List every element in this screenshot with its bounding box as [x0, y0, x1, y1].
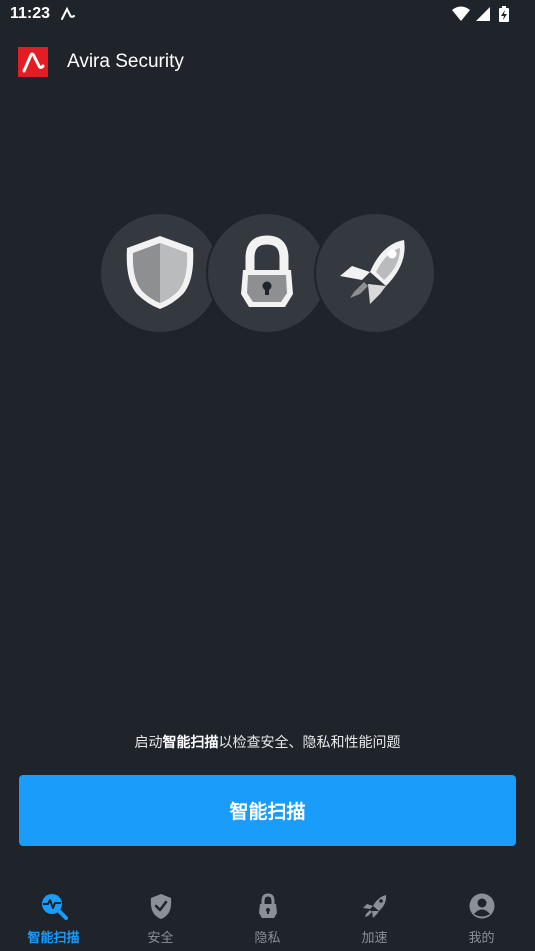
status-time: 11:23 — [10, 5, 51, 22]
security-shield-icon — [150, 894, 172, 919]
avira-logo-icon — [18, 47, 48, 77]
prompt-bold: 智能扫描 — [162, 735, 219, 751]
avira-notification-icon — [60, 6, 76, 25]
status-bar: 11:23 — [0, 0, 535, 29]
rocket-icon — [340, 240, 405, 304]
nav-item-security[interactable]: 安全 — [107, 880, 214, 951]
bottom-navigation: 智能扫描 安全 隐私 加速 我的 — [0, 880, 535, 951]
nav-label: 安全 — [147, 931, 174, 946]
privacy-lock-icon — [259, 893, 277, 918]
account-icon — [469, 893, 495, 919]
smart-scan-prompt: 启动智能扫描以检查安全、隐私和性能问题 — [0, 732, 535, 752]
shield-icon — [126, 236, 194, 309]
nav-label: 加速 — [361, 931, 388, 946]
padlock-icon — [241, 235, 293, 307]
nav-label: 隐私 — [254, 931, 281, 946]
nav-item-smart-scan[interactable]: 智能扫描 — [0, 880, 107, 951]
nav-label: 我的 — [468, 931, 495, 946]
status-icons — [451, 6, 509, 25]
rocket-icon — [363, 895, 387, 918]
prompt-prefix: 启动 — [134, 735, 163, 751]
rocket-circle — [316, 214, 434, 332]
app-title: Avira Security — [67, 51, 184, 72]
nav-item-account[interactable]: 我的 — [428, 880, 535, 951]
prompt-suffix: 以检查安全、隐私和性能问题 — [218, 735, 401, 751]
smart-scan-icon — [42, 894, 68, 920]
padlock-circle — [208, 214, 326, 332]
app-bar: Avira Security — [0, 29, 535, 95]
wifi-icon — [451, 6, 470, 21]
nav-item-speed[interactable]: 加速 — [321, 880, 428, 951]
nav-label: 智能扫描 — [27, 931, 80, 946]
signal-icon — [475, 7, 490, 21]
battery-charging-icon — [499, 6, 509, 22]
shield-circle — [101, 214, 219, 332]
smart-scan-button[interactable]: 智能扫描 — [19, 775, 516, 846]
nav-item-privacy[interactable]: 隐私 — [214, 880, 321, 951]
